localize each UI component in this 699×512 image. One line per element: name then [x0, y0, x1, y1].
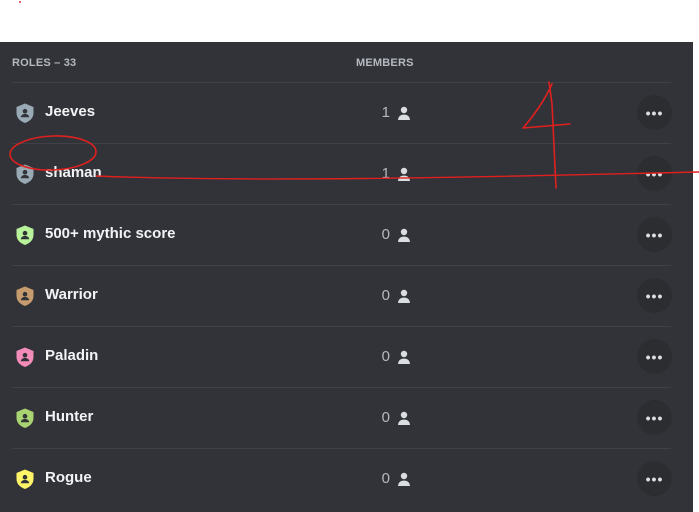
role-row-rogue[interactable]: Rogue 0 ••• — [0, 448, 693, 509]
role-row-jeeves[interactable]: Jeeves 1 ••• — [0, 82, 693, 143]
person-icon — [398, 411, 410, 425]
roles-list: Jeeves 1 ••• shaman 1 ••• 500+ mythic score 0 ••… — [0, 82, 693, 509]
member-count: 0 — [381, 348, 390, 365]
more-options-button[interactable]: ••• — [637, 278, 672, 313]
more-options-button[interactable]: ••• — [637, 339, 672, 374]
role-row-hunter[interactable]: Hunter 0 ••• — [0, 387, 693, 448]
role-name: Rogue — [45, 469, 92, 486]
member-count: 1 — [381, 104, 390, 121]
more-options-button[interactable]: ••• — [637, 217, 672, 252]
more-options-icon: ••• — [645, 226, 664, 243]
member-count: 0 — [381, 226, 390, 243]
roles-panel: ROLES – 33 MEMBERS Jeeves 1 ••• shaman 1 ••• 5… — [0, 42, 693, 512]
member-count: 0 — [381, 287, 390, 304]
person-icon — [398, 472, 410, 486]
members-column-heading: MEMBERS — [356, 57, 414, 69]
shield-person-icon — [16, 103, 34, 123]
shield-person-icon — [16, 225, 34, 245]
person-icon — [398, 228, 410, 242]
more-options-icon: ••• — [645, 470, 664, 487]
person-icon — [398, 167, 410, 181]
more-options-icon: ••• — [645, 287, 664, 304]
role-name: 500+ mythic score — [45, 225, 176, 242]
shield-person-icon — [16, 469, 34, 489]
stray-mark — [19, 1, 21, 3]
shield-person-icon — [16, 408, 34, 428]
shield-person-icon — [16, 347, 34, 367]
role-row-warrior[interactable]: Warrior 0 ••• — [0, 265, 693, 326]
more-options-icon: ••• — [645, 165, 664, 182]
role-name: Warrior — [45, 286, 98, 303]
member-count: 0 — [381, 409, 390, 426]
role-name: Paladin — [45, 347, 99, 364]
member-count: 1 — [381, 165, 390, 182]
roles-count-heading: ROLES – 33 — [12, 57, 77, 69]
role-name: Jeeves — [45, 103, 96, 120]
roles-table-header: ROLES – 33 MEMBERS — [0, 42, 693, 82]
member-count: 0 — [381, 470, 390, 487]
role-row-500-mythic-score[interactable]: 500+ mythic score 0 ••• — [0, 204, 693, 265]
more-options-icon: ••• — [645, 104, 664, 121]
more-options-button[interactable]: ••• — [637, 461, 672, 496]
more-options-button[interactable]: ••• — [637, 156, 672, 191]
more-options-button[interactable]: ••• — [637, 400, 672, 435]
role-name: Hunter — [45, 408, 94, 425]
shield-person-icon — [16, 164, 34, 184]
role-row-paladin[interactable]: Paladin 0 ••• — [0, 326, 693, 387]
shield-person-icon — [16, 286, 34, 306]
role-row-shaman[interactable]: shaman 1 ••• — [0, 143, 693, 204]
person-icon — [398, 289, 410, 303]
more-options-button[interactable]: ••• — [637, 95, 672, 130]
person-icon — [398, 350, 410, 364]
more-options-icon: ••• — [645, 409, 664, 426]
more-options-icon: ••• — [645, 348, 664, 365]
top-white-strip — [0, 0, 699, 42]
role-name: shaman — [45, 164, 102, 181]
person-icon — [398, 106, 410, 120]
